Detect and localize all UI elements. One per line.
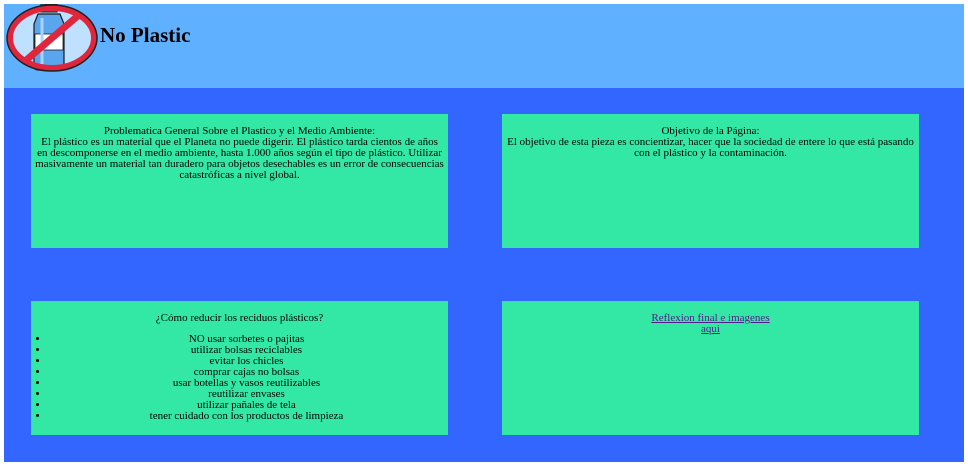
reflection-card: Reflexion final e imagenes aqui (502, 301, 919, 435)
objective-card: Objetivo de la Página: El objetivo de es… (502, 114, 919, 248)
objective-body: El objetivo de esta pieza es concientiza… (507, 136, 914, 159)
problem-card: Problematica General Sobre el Plastico y… (31, 114, 448, 248)
reduce-heading: ¿Cómo reducir los reciduos plásticos? (155, 312, 324, 324)
list-item: tener cuidado con los productos de limpi… (49, 411, 444, 422)
reduce-tips-list: NO usar sorbetes o pajitas utilizar bols… (35, 334, 444, 422)
site-title: No Plastic (100, 23, 191, 47)
header: No Plastic (4, 3, 964, 88)
no-plastic-bottle-icon (4, 3, 100, 74)
problem-body: El plástico es un material que el Planet… (35, 136, 444, 181)
reduce-card: ¿Cómo reducir los reciduos plásticos? NO… (31, 301, 448, 435)
page: No Plastic Problematica General Sobre el… (4, 3, 964, 462)
aqui-link[interactable]: aqui (701, 323, 720, 335)
